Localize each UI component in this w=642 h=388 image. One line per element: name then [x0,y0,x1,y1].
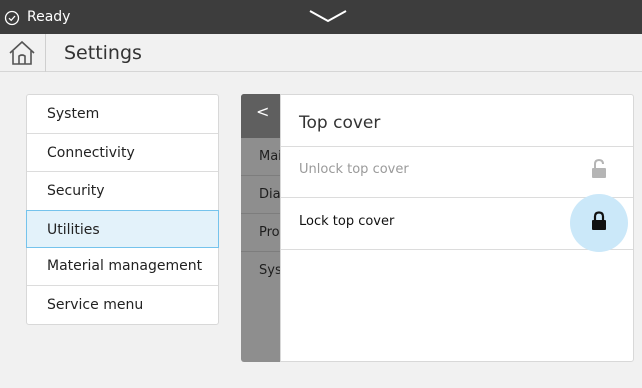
lock-top-cover-label: Lock top cover [299,214,395,229]
back-button[interactable]: < [241,94,281,138]
chevron-down-icon[interactable] [308,9,348,23]
home-button[interactable] [0,34,46,72]
panel-title: Top cover [299,113,381,133]
lock-top-cover-row[interactable]: Lock top cover [281,194,633,252]
menu-item-connectivity[interactable]: Connectivity [27,134,218,172]
unlock-button[interactable] [570,142,628,200]
back-chevron-icon: < [256,102,270,121]
unlock-top-cover-row[interactable]: Unlock top cover [281,146,633,198]
menu-item-utilities[interactable]: Utilities [26,209,219,248]
menu-item-security[interactable]: Security [27,172,218,211]
status-text: Ready [27,9,71,25]
check-circle-icon [4,10,20,26]
status-bar: Ready [0,0,642,34]
menu-item-system[interactable]: System [27,95,218,134]
lock-button[interactable] [570,194,628,252]
submenu-item-maintenance[interactable]: Mai [241,138,281,176]
padlock-icon [592,211,606,230]
submenu-item-diagnostics[interactable]: Dia [241,176,281,214]
utilities-submenu: < Mai Dia Pro Sys [241,94,281,362]
page-title: Settings [64,42,142,64]
submenu-item-pro[interactable]: Pro [241,214,281,252]
settings-menu: System Connectivity Security Utilities M… [26,94,219,325]
home-icon [9,40,35,65]
menu-item-service-menu[interactable]: Service menu [27,286,218,325]
top-cover-panel: Top cover Unlock top cover Lock top cove… [280,94,634,362]
unlock-top-cover-label: Unlock top cover [299,162,409,177]
submenu-item-sys[interactable]: Sys [241,252,281,290]
unlocked-padlock-icon [592,159,606,178]
title-bar: Settings [0,34,642,72]
menu-item-material-management[interactable]: Material management [27,247,218,286]
